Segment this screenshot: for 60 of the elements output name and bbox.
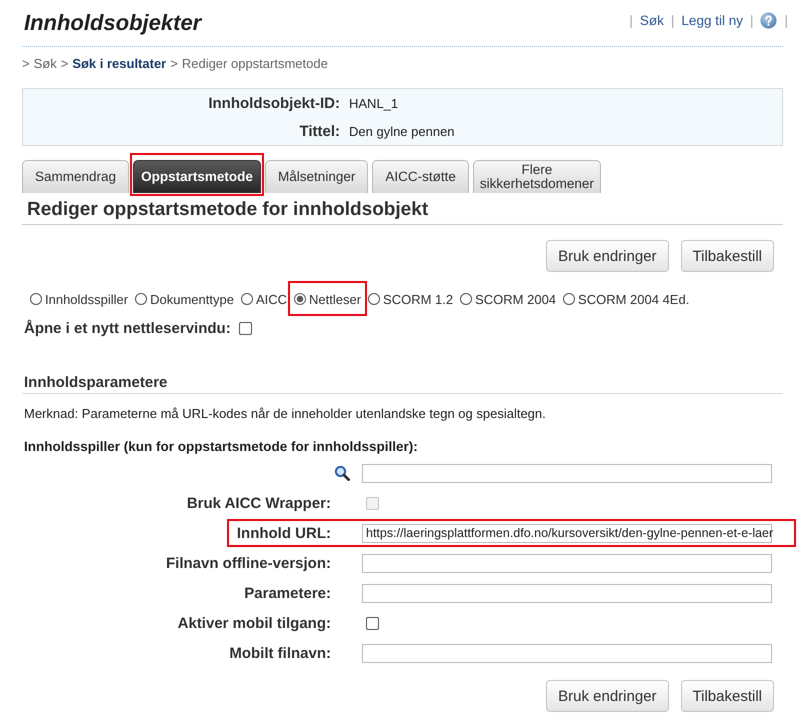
input-field[interactable] xyxy=(362,584,772,602)
action-button[interactable]: Bruk endringer xyxy=(546,680,669,712)
nav-link[interactable]: Søk xyxy=(640,12,664,28)
radio-button[interactable] xyxy=(460,293,472,305)
radio-label: Innholdsspiller xyxy=(45,292,128,306)
checkbox[interactable] xyxy=(366,616,379,630)
info-label: Innholdsobjekt-ID: xyxy=(207,94,340,112)
radio-label: Nettleser xyxy=(309,292,362,306)
nav-separator: | xyxy=(750,12,754,28)
tab[interactable]: Oppstartsmetode xyxy=(133,160,262,193)
search-icon[interactable] xyxy=(334,465,350,481)
field-label: Bruk AICC Wrapper: xyxy=(186,494,331,512)
radio-label: Dokumenttype xyxy=(150,292,234,306)
action-button[interactable]: Tilbakestill xyxy=(680,240,774,272)
breadcrumb-item[interactable]: Rediger oppstartsmetode xyxy=(182,56,328,72)
field-label: Parametere: xyxy=(243,584,331,602)
breadcrumb-item[interactable]: Søk i resultater xyxy=(72,56,166,72)
tab[interactable]: Sammendrag xyxy=(22,160,130,193)
radio-button[interactable] xyxy=(30,293,42,305)
tab[interactable]: AICC-støtte xyxy=(372,160,469,193)
tab[interactable]: Flere sikkerhetsdomener xyxy=(472,160,601,193)
radio-label: SCORM 2004 4Ed. xyxy=(578,292,690,306)
nav-separator: | xyxy=(784,12,788,28)
info-value: Den gylne pennen xyxy=(349,124,455,138)
breadcrumb-separator: > xyxy=(170,56,178,72)
radio-button[interactable] xyxy=(240,293,253,305)
search-field[interactable] xyxy=(362,464,772,482)
input-field[interactable] xyxy=(362,644,772,662)
section-title: Innholdsparametere xyxy=(22,373,783,394)
nav-separator: | xyxy=(670,12,674,28)
action-button[interactable]: Bruk endringer xyxy=(546,240,669,272)
info-value: HANL_1 xyxy=(349,96,398,110)
field-label: Mobilt filnavn: xyxy=(228,644,331,662)
action-button[interactable]: Tilbakestill xyxy=(680,680,774,712)
radio-button[interactable] xyxy=(563,293,576,305)
input-field[interactable]: https://laeringsplattformen.dfo.no/kursoversikt/den-gylne-pennen-et-e-laer xyxy=(362,524,772,542)
field-label: Filnavn offline-versjon: xyxy=(164,554,331,572)
note-text: Merknad: Parameterne må URL-kodes når de inneholder utenlandske tegn og spesialtegn. xyxy=(23,406,547,422)
radio-label: SCORM 2004 xyxy=(475,292,556,306)
subheading: Innholdsspiller (kun for oppstartsmetode for innholdsspiller): xyxy=(23,439,419,455)
breadcrumb-separator: > xyxy=(60,56,68,72)
nav-link[interactable]: Legg til ny xyxy=(681,12,743,28)
tab[interactable]: Målsetninger xyxy=(265,160,368,193)
input-field[interactable] xyxy=(362,554,772,572)
page-title: Innholdsobjekter xyxy=(24,10,202,36)
nav-separator: | xyxy=(629,12,633,28)
radio-button[interactable] xyxy=(135,293,148,305)
field-label: Innhold URL: xyxy=(236,524,331,542)
radio-button[interactable] xyxy=(368,293,380,305)
radio-label: AICC xyxy=(256,292,287,306)
breadcrumb-separator: > xyxy=(22,56,30,72)
radio-button[interactable] xyxy=(294,293,306,305)
info-label: Tittel: xyxy=(298,122,340,140)
checkbox[interactable] xyxy=(238,322,252,334)
field-label: Aktiver mobil tilgang: xyxy=(176,614,331,632)
help-icon[interactable] xyxy=(760,12,778,28)
breadcrumb-item[interactable]: Søk xyxy=(34,56,57,72)
section-heading: Rediger oppstartsmetode for innholdsobjekt xyxy=(22,193,783,225)
radio-label: SCORM 1.2 xyxy=(383,292,454,306)
checkbox-label: Åpne i et nytt nettleservindu: xyxy=(24,320,231,336)
